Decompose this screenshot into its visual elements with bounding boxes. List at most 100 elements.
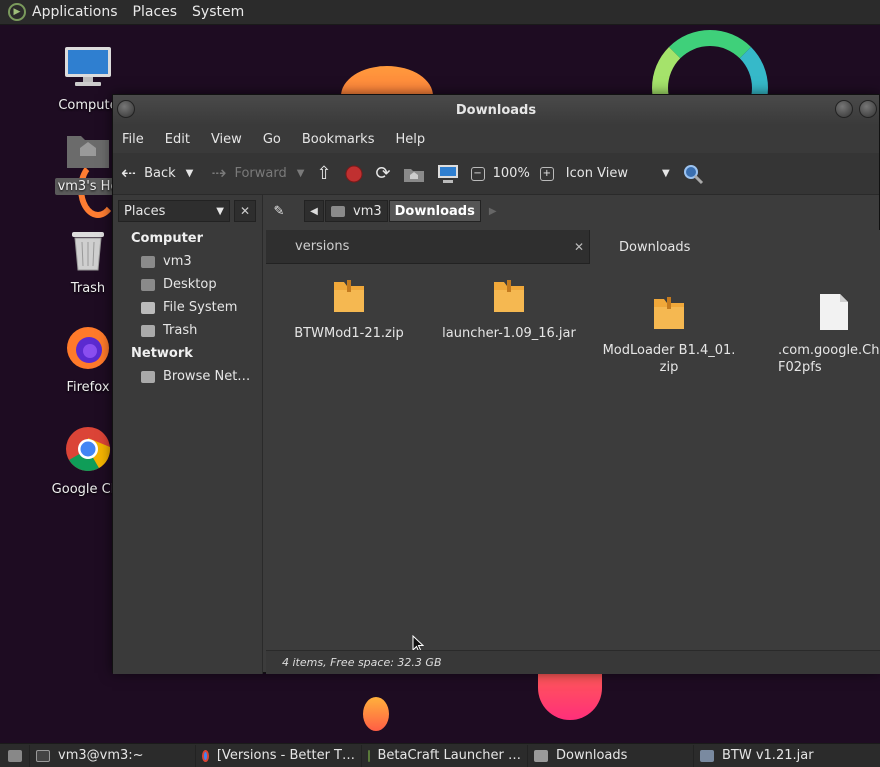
show-desktop-button[interactable] bbox=[0, 744, 30, 767]
menu-file[interactable]: File bbox=[122, 132, 144, 147]
sidebar: Places ▼ ✕ Computer vm3 Desktop File Sys… bbox=[113, 195, 263, 674]
computer-button[interactable] bbox=[437, 164, 459, 184]
menu-help[interactable]: Help bbox=[395, 132, 425, 147]
file-view[interactable]: BTWMod1-21.zip launcher-1.09_16.jar ModL… bbox=[266, 264, 880, 653]
menu-places[interactable]: Places bbox=[133, 4, 178, 20]
mate-logo-icon[interactable]: ▶ bbox=[8, 3, 26, 21]
home-button[interactable] bbox=[403, 165, 425, 183]
view-mode-label: Icon View bbox=[565, 166, 628, 181]
edit-location-icon[interactable]: ✎ bbox=[268, 200, 290, 222]
sidebar-section-network: Network bbox=[131, 346, 193, 361]
up-button[interactable]: ⇧ bbox=[316, 163, 331, 184]
archive-icon bbox=[494, 280, 524, 312]
document-icon bbox=[820, 294, 848, 330]
forward-button[interactable]: ⇢ Forward ▼ bbox=[211, 163, 304, 184]
menu-edit[interactable]: Edit bbox=[165, 132, 190, 147]
places-selector[interactable]: Places ▼ bbox=[118, 200, 230, 222]
close-sidebar-icon[interactable]: ✕ bbox=[234, 200, 256, 222]
search-button[interactable] bbox=[682, 163, 704, 185]
forward-label: Forward bbox=[234, 166, 287, 181]
archive-icon bbox=[654, 297, 684, 329]
file-item[interactable]: launcher-1.09_16.jar bbox=[434, 264, 584, 342]
pathbar-right-arrow[interactable]: ▶ bbox=[489, 206, 497, 217]
sidebar-item-label: vm3 bbox=[163, 254, 192, 269]
tab-versions[interactable]: versions ✕ bbox=[266, 230, 589, 264]
menu-go[interactable]: Go bbox=[263, 132, 281, 147]
places-selector-label: Places bbox=[124, 203, 166, 219]
bottom-taskbar: vm3@vm3:~ [Versions - Better T… BetaCraf… bbox=[0, 743, 880, 767]
window-menu-button[interactable] bbox=[117, 100, 135, 118]
pathbar-left-arrow[interactable]: ◀ bbox=[304, 200, 324, 222]
sidebar-item-label: Trash bbox=[163, 323, 198, 338]
home-folder-icon bbox=[331, 205, 345, 217]
taskbar-item-label: [Versions - Better T… bbox=[216, 748, 355, 763]
sidebar-header: Places ▼ ✕ bbox=[113, 195, 262, 227]
tab-downloads[interactable]: Downloads bbox=[589, 230, 880, 264]
sidebar-item-vm3[interactable]: vm3 bbox=[113, 250, 262, 273]
sidebar-item-trash[interactable]: Trash bbox=[113, 319, 262, 342]
taskbar-item-downloads[interactable]: Downloads bbox=[528, 744, 694, 767]
sidebar-item-filesystem[interactable]: File System bbox=[113, 296, 262, 319]
trash-icon bbox=[141, 324, 155, 337]
file-item[interactable]: BTWMod1-21.zip bbox=[274, 264, 424, 342]
menu-bookmarks[interactable]: Bookmarks bbox=[302, 132, 375, 147]
window-title: Downloads bbox=[455, 102, 537, 118]
menu-view[interactable]: View bbox=[211, 132, 242, 147]
up-arrow-icon: ⇧ bbox=[316, 163, 332, 184]
home-folder-icon bbox=[67, 136, 109, 168]
sidebar-item-desktop[interactable]: Desktop bbox=[113, 273, 262, 296]
breadcrumb-vm3[interactable]: vm3 bbox=[325, 200, 388, 222]
taskbar-item-btw[interactable]: BTW v1.21.jar bbox=[694, 745, 880, 767]
zoom-control[interactable]: − 100% + bbox=[470, 166, 554, 181]
zoom-in-icon[interactable]: + bbox=[539, 166, 554, 181]
computer-icon bbox=[65, 47, 111, 86]
back-label: Back bbox=[144, 166, 176, 181]
search-icon bbox=[683, 164, 703, 184]
file-name: BTWMod1-21.zip bbox=[294, 326, 404, 341]
window-titlebar[interactable]: Downloads bbox=[113, 95, 879, 125]
back-arrow-icon: ⇠ bbox=[121, 163, 137, 184]
zoom-level: 100% bbox=[492, 166, 530, 181]
trash-icon bbox=[72, 232, 104, 271]
zoom-out-icon[interactable]: − bbox=[470, 166, 485, 181]
tab-bar: versions ✕ Downloads bbox=[266, 230, 880, 264]
firefox-icon bbox=[67, 327, 109, 369]
file-item[interactable]: ModLoader B1.4_01. zip bbox=[594, 264, 744, 393]
back-button[interactable]: ⇠ Back ▼ bbox=[121, 163, 193, 184]
taskbar-item-terminal[interactable]: vm3@vm3:~ bbox=[30, 744, 196, 767]
breadcrumb-downloads[interactable]: Downloads bbox=[388, 200, 481, 222]
taskbar-item-chrome[interactable]: [Versions - Better T… bbox=[196, 744, 362, 767]
archive-icon bbox=[700, 749, 714, 762]
chevron-down-icon[interactable]: ▼ bbox=[297, 168, 305, 179]
menu-system[interactable]: System bbox=[192, 4, 244, 20]
sidebar-item-label: Desktop bbox=[163, 277, 217, 292]
minimize-button[interactable] bbox=[835, 100, 853, 118]
file-name: ModLoader B1.4_01. zip bbox=[602, 343, 736, 375]
folder-icon bbox=[534, 749, 548, 762]
computer-icon bbox=[437, 164, 458, 183]
show-desktop-icon bbox=[7, 749, 22, 762]
home-folder-icon bbox=[141, 255, 155, 268]
wallpaper-blob-bottom bbox=[538, 672, 602, 720]
reload-button[interactable]: ⟳ bbox=[376, 163, 391, 184]
menu-applications[interactable]: Applications bbox=[32, 4, 118, 20]
chevron-down-icon[interactable]: ▼ bbox=[186, 168, 194, 179]
view-mode-select[interactable]: Icon View ▼ bbox=[566, 166, 670, 181]
chrome-icon bbox=[202, 749, 209, 762]
close-tab-icon[interactable]: ✕ bbox=[574, 240, 584, 254]
stop-button[interactable] bbox=[344, 164, 364, 184]
toolbar: ⇠ Back ▼ ⇢ Forward ▼ ⇧ ⟳ − 100% + Icon V… bbox=[113, 153, 879, 195]
app-icon bbox=[368, 749, 370, 762]
breadcrumb-label: vm3 bbox=[353, 203, 382, 219]
maximize-button[interactable] bbox=[859, 100, 877, 118]
desktop-label: Firefox bbox=[66, 380, 110, 395]
file-item[interactable]: .com.google.Chrom F02pfs bbox=[754, 264, 880, 393]
taskbar-item-betacraft[interactable]: BetaCraft Launcher … bbox=[362, 744, 528, 767]
sidebar-item-browse-network[interactable]: Browse Net… bbox=[113, 365, 262, 388]
sidebar-item-label: File System bbox=[163, 300, 238, 315]
status-bar: 4 items, Free space: 32.3 GB bbox=[266, 650, 880, 674]
sidebar-item-label: Browse Net… bbox=[163, 369, 251, 384]
file-manager-window: Downloads File Edit View Go Bookmarks He… bbox=[112, 94, 880, 674]
tab-label: versions bbox=[295, 239, 350, 254]
chevron-down-icon: ▼ bbox=[661, 168, 670, 179]
